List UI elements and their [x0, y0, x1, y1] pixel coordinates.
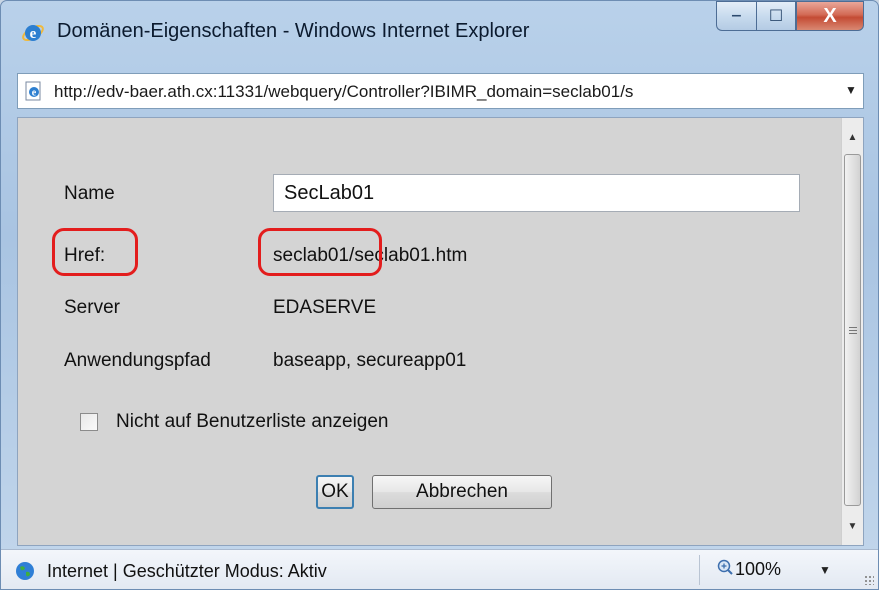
zoom-icon[interactable] — [717, 559, 733, 575]
cancel-button[interactable]: Abbrechen — [372, 475, 552, 509]
ie-page-icon: e — [25, 81, 41, 101]
grip-icon — [849, 327, 857, 334]
status-divider — [699, 555, 700, 585]
name-label: Name — [64, 183, 115, 204]
scroll-down-icon[interactable]: ▼ — [842, 515, 863, 537]
minimize-button[interactable]: ‒ — [716, 1, 756, 31]
address-bar[interactable]: e http://edv-baer.ath.cx:11331/webquery/… — [17, 73, 864, 109]
annotation-highlight-href-label — [52, 228, 138, 276]
close-icon: X — [823, 4, 837, 27]
status-zone-text: Internet | Geschützter Modus: Aktiv — [47, 561, 327, 581]
globe-icon — [16, 562, 34, 580]
hide-from-userlist-label[interactable]: Nicht auf Benutzerliste anzeigen — [116, 411, 389, 433]
scrollbar-thumb[interactable] — [844, 154, 861, 506]
annotation-highlight-href-value — [258, 228, 382, 276]
zoom-dropdown-icon[interactable]: ▼ — [819, 563, 831, 577]
close-button[interactable]: X — [796, 1, 864, 31]
minimize-icon: ‒ — [732, 7, 741, 24]
browser-window: e Domänen-Eigenschaften - Windows Intern… — [0, 0, 879, 590]
url-text[interactable]: http://edv-baer.ath.cx:11331/webquery/Co… — [54, 82, 838, 102]
ie-logo-icon: e — [22, 25, 44, 42]
title-bar[interactable]: e Domänen-Eigenschaften - Windows Intern… — [1, 1, 878, 51]
scroll-up-icon[interactable]: ▲ — [842, 126, 863, 148]
app-path-value: baseapp, secureapp01 — [273, 350, 467, 371]
name-input[interactable] — [273, 174, 800, 212]
vertical-scrollbar[interactable]: ▲ ▼ — [841, 118, 863, 545]
chevron-down-icon[interactable]: ▼ — [845, 84, 857, 96]
status-bar: Internet | Geschützter Modus: Aktiv 100%… — [1, 549, 878, 589]
dialog-content: Name Href: seclab01/seclab01.htm Server … — [17, 117, 864, 546]
ok-button[interactable]: OK — [316, 475, 354, 509]
window-controls: ‒ ☐ X — [716, 1, 864, 33]
maximize-button[interactable]: ☐ — [756, 1, 796, 31]
resize-grip-icon[interactable] — [864, 575, 874, 585]
maximize-icon: ☐ — [768, 8, 784, 25]
app-path-label: Anwendungspfad — [64, 350, 211, 371]
hide-from-userlist-checkbox[interactable] — [80, 413, 98, 431]
svg-text:e: e — [32, 88, 37, 99]
svg-text:e: e — [30, 26, 37, 42]
server-value: EDASERVE — [273, 297, 377, 318]
zoom-level[interactable]: 100% — [735, 559, 781, 580]
server-label: Server — [64, 297, 120, 318]
window-title: Domänen-Eigenschaften - Windows Internet… — [57, 20, 530, 42]
